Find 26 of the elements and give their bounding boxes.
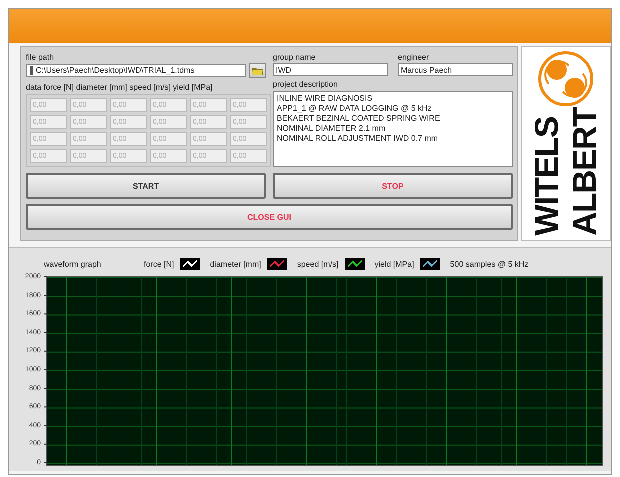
field-label: engineer <box>398 52 430 63</box>
legend-label: speed [m/s] <box>297 260 339 268</box>
file-path-field[interactable]: C:\Users\Paech\Desktop\IWD\TRIAL_1.tdms <box>26 64 246 77</box>
legend-label: diameter [mm] <box>210 260 262 268</box>
sample-note: 500 samples @ 5 kHz <box>450 260 529 268</box>
legend-label: force [N] <box>144 260 174 268</box>
logo-icon <box>537 50 595 108</box>
field-label: file path <box>26 52 54 63</box>
description-field[interactable]: INLINE WIRE DIAGNOSIS APP1_1 @ RAW DATA LOGGING @ 5 kHz BEKAERT BEZINAL COATED SPRING WIRE NOMINAL DIAMETER 2.1 mm NOMINAL ROLL ADJUSTMENT IWD 0.7 mm <box>273 91 513 167</box>
browse-button[interactable] <box>249 63 266 78</box>
legend-line-icon <box>267 258 288 270</box>
graph-title: waveform graph <box>44 260 102 268</box>
legend-line-icon <box>420 258 440 270</box>
folder-icon <box>252 66 263 74</box>
field-label: group name <box>273 52 316 63</box>
engineer-field[interactable]: Marcus Paech <box>398 63 513 76</box>
field-label: project description <box>273 79 338 90</box>
logo-text: ALBERT <box>566 108 604 236</box>
legend-line-icon <box>180 258 200 270</box>
table-label: data force [N] diameter [mm] speed [m/s] yield [MPa] <box>26 82 213 93</box>
logo-text: WITELS <box>528 116 566 236</box>
legend-label: yield [MPa] <box>374 260 414 268</box>
start-button[interactable]: START <box>26 173 266 199</box>
group-name-field[interactable]: IWD <box>273 63 388 76</box>
file-icon <box>29 66 34 75</box>
legend-line-icon <box>344 258 365 270</box>
